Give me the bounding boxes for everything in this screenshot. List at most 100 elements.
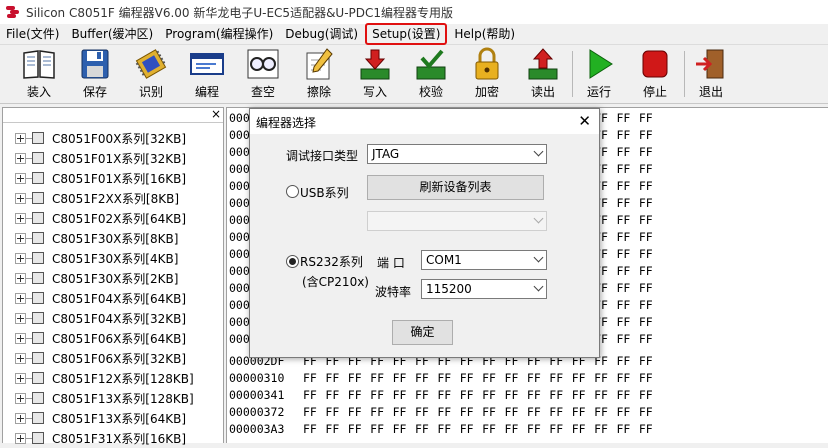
menu-file[interactable]: File(文件) [0, 24, 65, 44]
verify-button[interactable]: 校验 [406, 47, 456, 102]
expand-icon[interactable] [15, 152, 26, 164]
identify-button[interactable]: 识别 [126, 47, 176, 102]
tree-item[interactable]: C8051F13X系列[64KB] [3, 408, 186, 428]
expand-icon[interactable] [15, 272, 26, 284]
tree-item-label: C8051F30X系列[8KB] [52, 231, 179, 246]
usb-device-select[interactable] [367, 211, 547, 231]
hex-byte: FF [303, 388, 317, 402]
expand-icon[interactable] [15, 312, 26, 324]
tree-item[interactable]: C8051F06X系列[64KB] [3, 328, 186, 348]
expand-icon[interactable] [15, 232, 26, 244]
chevron-down-icon [533, 281, 544, 292]
expand-icon[interactable] [15, 212, 26, 224]
hex-byte: FF [549, 388, 564, 402]
hex-byte: FF [459, 371, 474, 385]
tree-item-label: C8051F02X系列[64KB] [52, 211, 187, 226]
hex-byte: FF [616, 128, 631, 142]
load-button[interactable]: 装入 [14, 47, 64, 102]
expand-icon[interactable] [15, 252, 26, 264]
save-button[interactable]: 保存 [70, 47, 120, 102]
rs232-radio[interactable] [286, 255, 299, 268]
hex-byte: FF [616, 315, 631, 329]
expand-icon[interactable] [15, 132, 26, 144]
stop-button[interactable]: 停止 [630, 47, 680, 102]
interface-type-select[interactable]: JTAG [367, 144, 547, 164]
ok-button[interactable]: 确定 [392, 320, 453, 345]
hex-byte: FF [638, 315, 653, 329]
node-icon [32, 392, 44, 404]
tree-item[interactable]: C8051F30X系列[2KB] [3, 268, 178, 288]
tree-item[interactable]: C8051F2XX系列[8KB] [3, 188, 179, 208]
tree-item[interactable]: C8051F06X系列[32KB] [3, 348, 186, 368]
tree-item[interactable]: C8051F01X系列[32KB] [3, 148, 186, 168]
hex-byte: FF [459, 405, 474, 419]
expand-icon[interactable] [15, 372, 26, 384]
node-icon [32, 192, 44, 204]
blank-check-button[interactable]: 查空 [238, 47, 288, 102]
hex-byte: FF [504, 371, 519, 385]
tree-item[interactable]: C8051F31X系列[16KB] [3, 428, 186, 448]
expand-icon[interactable] [15, 192, 26, 204]
programmer-select-dialog: 编程器选择 ✕ 调试接口类型 JTAG USB系列 刷新设备列表 RS232系列… [249, 108, 600, 358]
tree-item[interactable]: C8051F30X系列[8KB] [3, 228, 178, 248]
tree-item-label: C8051F31X系列[16KB] [52, 431, 187, 446]
write-button[interactable]: 写入 [350, 47, 400, 102]
port-label: 端 口 [377, 256, 405, 270]
toolbar: 装入 保存 识别 编程 查空 擦除 写入 校验 加密 读出 运行 停止 退出 [0, 45, 828, 104]
hex-byte: FF [370, 422, 385, 436]
hex-byte: FF [638, 388, 653, 402]
expand-icon[interactable] [15, 292, 26, 304]
encrypt-label: 加密 [474, 85, 499, 99]
hex-byte: FF [504, 405, 519, 419]
erase-button[interactable]: 擦除 [294, 47, 344, 102]
hex-byte: FF [638, 354, 653, 368]
menu-buffer[interactable]: Buffer(缓冲区) [65, 24, 159, 44]
hex-byte: FF [616, 230, 631, 244]
expand-icon[interactable] [15, 352, 26, 364]
port-value: COM1 [426, 253, 462, 267]
expand-icon[interactable] [15, 392, 26, 404]
hex-byte: FF [504, 388, 519, 402]
tree-item[interactable]: C8051F04X系列[32KB] [3, 308, 186, 328]
encrypt-button[interactable]: 加密 [462, 47, 512, 102]
menu-setup[interactable]: Setup(设置) [365, 23, 448, 45]
baud-rate-select[interactable]: 115200 [421, 279, 547, 299]
tree-item[interactable]: C8051F02X系列[64KB] [3, 208, 186, 228]
tree-item[interactable]: C8051F30X系列[4KB] [3, 248, 178, 268]
node-icon [32, 172, 44, 184]
refresh-device-list-button[interactable]: 刷新设备列表 [367, 175, 544, 200]
hex-byte: FF [638, 128, 653, 142]
menu-debug[interactable]: Debug(调试) [279, 24, 364, 44]
read-button[interactable]: 读出 [518, 47, 568, 102]
usb-radio[interactable] [286, 185, 299, 198]
hex-byte: FF [392, 405, 407, 419]
identify-label: 识别 [138, 85, 163, 99]
expand-icon[interactable] [15, 332, 26, 344]
tree-item[interactable]: C8051F04X系列[64KB] [3, 288, 186, 308]
exit-button[interactable]: 退出 [686, 47, 736, 102]
menu-program[interactable]: Program(编程操作) [159, 24, 279, 44]
expand-icon[interactable] [15, 172, 26, 184]
node-icon [32, 272, 44, 284]
hex-byte: FF [638, 162, 653, 176]
hex-byte: FF [616, 111, 631, 125]
menu-help[interactable]: Help(帮助) [448, 24, 521, 44]
close-icon[interactable]: × [211, 107, 221, 121]
run-button[interactable]: 运行 [574, 47, 624, 102]
close-icon[interactable]: ✕ [578, 112, 591, 130]
hex-byte: FF [638, 298, 653, 312]
tree-item[interactable]: C8051F13X系列[128KB] [3, 388, 194, 408]
port-select[interactable]: COM1 [421, 250, 547, 270]
hex-byte: FF [571, 388, 586, 402]
expand-icon[interactable] [15, 412, 26, 424]
hex-byte: FF [638, 247, 653, 261]
download-tray-icon [357, 47, 393, 81]
tree-item[interactable]: C8051F01X系列[16KB] [3, 168, 186, 188]
usb-series-label[interactable]: USB系列 [300, 184, 349, 201]
program-button[interactable]: 编程 [182, 47, 232, 102]
tree-item[interactable]: C8051F00X系列[32KB] [3, 128, 186, 148]
hex-byte: FF [325, 371, 340, 385]
hex-byte: FF [638, 405, 653, 419]
tree-item[interactable]: C8051F12X系列[128KB] [3, 368, 194, 388]
rs232-series-label[interactable]: RS232系列 [300, 253, 363, 270]
